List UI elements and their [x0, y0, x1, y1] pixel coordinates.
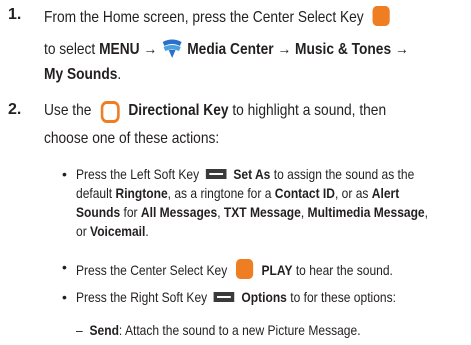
- directional-key-icon: [100, 101, 120, 123]
- bullet-text: to assign the sound as the: [273, 166, 415, 182]
- punctuation: ,: [424, 204, 428, 220]
- arrow: →: [143, 41, 158, 58]
- media-center-label: Media Center: [187, 41, 274, 58]
- music-tones-label: Music & Tones: [295, 41, 392, 58]
- all-messages-label: All Messages: [140, 204, 218, 220]
- bullet-text: Press the Right Soft Key: [76, 289, 208, 305]
- contact-id-label: Contact ID: [274, 185, 335, 201]
- punctuation: ,: [300, 204, 305, 220]
- center-select-key-icon: [372, 6, 390, 26]
- sub-item-line: – Send: Attach the sound to a new Pictur…: [76, 322, 407, 338]
- left-soft-key-icon: [205, 169, 227, 179]
- bullet-line: Press the Center Select Key PLAY to hear…: [76, 259, 444, 279]
- bullet-line: Press the Right Soft Key Options to for …: [76, 289, 448, 305]
- bullet-text: to for these options:: [290, 289, 396, 305]
- bullet-dot: •: [62, 289, 67, 305]
- dash: –: [76, 322, 83, 338]
- step-text: From the Home screen, press the Center S…: [44, 9, 364, 26]
- step-text: to select: [44, 41, 96, 58]
- punctuation: ,: [217, 204, 221, 220]
- step-number: 2.: [8, 101, 22, 118]
- media-center-icon: [162, 39, 182, 58]
- step-1-line-3: My Sounds.: [44, 66, 134, 84]
- step-1-line-1: From the Home screen, press the Center S…: [44, 6, 446, 27]
- bullet-text: Press the Center Select Key: [76, 262, 228, 278]
- bullet-text: to hear the sound.: [295, 262, 393, 278]
- bullet-line: default Ringtone, as a ringtone for a Co…: [76, 185, 452, 201]
- ringtone-label: Ringtone: [115, 185, 168, 201]
- play-label: PLAY: [261, 262, 293, 278]
- step-text: Use the: [44, 102, 92, 119]
- punctuation: .: [145, 223, 149, 239]
- arrow: →: [394, 41, 409, 58]
- punctuation: .: [117, 66, 122, 83]
- send-label: Send: [89, 322, 119, 338]
- bullet-text: default: [76, 185, 113, 201]
- voicemail-label: Voicemail: [90, 223, 146, 239]
- my-sounds-label: My Sounds: [44, 66, 118, 83]
- step-1-line-2: to select MENU → Media Center → Music & …: [44, 37, 468, 59]
- bullet-dot: •: [62, 259, 67, 275]
- right-soft-key-icon: [213, 292, 235, 302]
- bullet-text: : Attach the sound to a new Picture Mess…: [118, 322, 361, 338]
- options-label: Options: [241, 289, 287, 305]
- step-number: 1.: [8, 6, 22, 23]
- step-2-line-2: choose one of these actions:: [44, 130, 248, 148]
- bullet-text: , as a ringtone for a: [167, 185, 272, 201]
- bullet-dot: •: [62, 166, 67, 182]
- arrow: →: [277, 41, 292, 58]
- bullet-line: Sounds for All Messages, TXT Message, Mu…: [76, 204, 471, 220]
- step-text: choose one of these actions:: [44, 130, 220, 147]
- txt-message-label: TXT Message: [223, 204, 301, 220]
- step-text: to highlight a sound, then: [232, 102, 387, 119]
- multimedia-message-label: Multimedia Message: [307, 204, 425, 220]
- step-2-line-1: Use the Directional Key to highlight a s…: [44, 101, 442, 123]
- sounds-label: Sounds: [76, 204, 121, 220]
- bullet-text: , or as: [334, 185, 369, 201]
- menu-label: MENU: [99, 41, 140, 58]
- bullet-text: or: [76, 223, 87, 239]
- set-as-label: Set As: [233, 166, 271, 182]
- bullet-line: Press the Left Soft Key Set As to assign…: [76, 166, 469, 182]
- bullet-text: for: [123, 204, 138, 220]
- center-select-key-icon: [235, 259, 253, 279]
- bullet-line: or Voicemail.: [76, 223, 161, 239]
- alert-label: Alert: [371, 185, 400, 201]
- bullet-text: Press the Left Soft Key: [76, 166, 200, 182]
- directional-key-label: Directional Key: [128, 102, 229, 119]
